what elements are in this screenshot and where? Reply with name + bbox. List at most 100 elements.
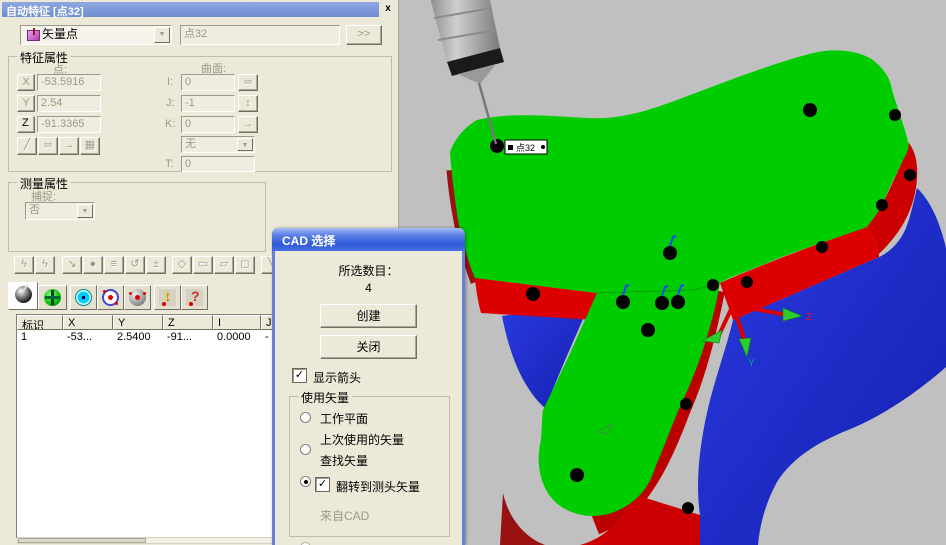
grid-snap-button[interactable]: ▦ xyxy=(80,137,100,155)
gray-sphere-icon xyxy=(129,289,146,306)
radio-last-vector-label: 上次使用的矢量 xyxy=(320,431,404,448)
check-icon: ✓ xyxy=(318,478,327,490)
find-point-button[interactable]: ∞ xyxy=(38,137,58,155)
dot-icon: ● xyxy=(90,258,97,270)
use-vector-label: 使用矢量 xyxy=(298,389,352,406)
move-to-point-button[interactable]: → xyxy=(59,137,79,155)
frame-button[interactable]: ▭ xyxy=(193,256,213,274)
vector-type-select[interactable]: 无 ▼ xyxy=(181,136,255,153)
cell-i: 0.0000 xyxy=(213,330,261,344)
square-icon: ◻ xyxy=(240,258,249,270)
parallelogram-icon: ▱ xyxy=(220,258,228,270)
target-icon xyxy=(102,289,119,306)
rect-icon: ▭ xyxy=(198,258,208,270)
radio-working-plane-label: 工作平面 xyxy=(320,410,368,427)
box-button[interactable]: ◻ xyxy=(235,256,255,274)
diagonal-icon: ╱ xyxy=(24,139,31,151)
chevron-down-icon[interactable]: ▼ xyxy=(237,138,253,151)
i-value-field[interactable]: 0 xyxy=(181,74,235,91)
column-header[interactable]: I xyxy=(213,315,261,330)
x-axis-button[interactable]: X xyxy=(17,74,35,91)
pattern-button[interactable]: ◇ xyxy=(172,256,192,274)
updown-arrow-icon: ↕ xyxy=(245,97,251,109)
feature-type-combo[interactable]: 矢量点 ▼ xyxy=(20,25,172,45)
goto-icon: → xyxy=(243,118,254,130)
path-button[interactable]: ▱ xyxy=(214,256,234,274)
radio-find-vector-label: 查找矢量 xyxy=(320,452,368,469)
goto-icon: → xyxy=(64,139,75,151)
find-surface-button[interactable]: ∞ xyxy=(238,74,258,91)
close-icon[interactable]: x xyxy=(380,1,396,16)
cell-x: -53... xyxy=(63,330,113,344)
column-header[interactable]: Y xyxy=(113,315,163,330)
feature-name-field[interactable]: 点32 xyxy=(180,25,340,45)
snap-select[interactable]: 否 ▼ xyxy=(25,202,95,220)
workplane-button[interactable]: ≡ xyxy=(104,256,124,274)
y-axis-button[interactable]: Y xyxy=(17,95,35,112)
binoculars-icon: ∞ xyxy=(244,76,252,88)
cad-dialog-titlebar[interactable]: CAD 选择 xyxy=(272,228,465,251)
tab-sphere-points[interactable] xyxy=(124,285,151,310)
tab-graphics[interactable] xyxy=(97,285,124,310)
plus-minus-icon: ± xyxy=(153,258,159,270)
z-value-field[interactable]: -91.3365 xyxy=(37,116,101,133)
flip-to-probe-checkbox[interactable]: ✓ xyxy=(316,478,329,491)
probe-sphere-icon xyxy=(15,286,32,303)
expand-button[interactable]: >> xyxy=(346,25,382,45)
question-icon xyxy=(186,289,203,306)
align-vector-button[interactable]: → xyxy=(238,116,258,133)
column-header[interactable]: Z xyxy=(163,315,213,330)
cell-id: 1 xyxy=(17,330,63,344)
tab-view[interactable] xyxy=(70,285,97,310)
feature-type-value: 矢量点 xyxy=(42,28,78,41)
cad-3d-viewport[interactable]: Z Y 点32 xyxy=(399,0,946,545)
program-mode-button[interactable]: ϟ xyxy=(35,256,55,274)
chevron-down-icon[interactable]: ▼ xyxy=(154,27,170,43)
dialog-titlebar[interactable]: 自动特征 [点32] xyxy=(2,2,379,17)
rotate-button[interactable]: ↺ xyxy=(125,256,145,274)
tab-contact-probe[interactable] xyxy=(8,282,38,310)
y-value-field[interactable]: 2.54 xyxy=(37,95,101,112)
tab-help[interactable] xyxy=(181,285,208,310)
radio-from-cad-label: 来自CAD xyxy=(320,507,369,524)
feature-properties-group: 特征属性 点: 曲面: X -53.5916 Y 2.54 -91.3365 Z… xyxy=(8,56,392,172)
vector-point-icon xyxy=(27,30,40,41)
tab-target[interactable] xyxy=(38,285,67,310)
check-icon: ✓ xyxy=(295,369,304,381)
chevron-down-icon[interactable]: ▼ xyxy=(77,204,93,218)
point-label-text: 点32 xyxy=(516,143,535,153)
selected-count-value: 4 xyxy=(275,281,462,295)
show-arrows-checkbox[interactable]: ✓ xyxy=(293,369,306,382)
diagonal-mode-button[interactable]: ╱ xyxy=(17,137,37,155)
column-header[interactable]: 标识 xyxy=(17,315,63,330)
lightning-icon: ϟ xyxy=(42,258,48,270)
measure-properties-group: 测量属性 捕捉: 否 ▼ xyxy=(8,182,266,252)
radio-last-vector[interactable] xyxy=(300,444,311,455)
cad-selection-dialog: CAD 选择 所选数目： 4 创建 关闭 ✓ 显示箭头 使用矢量 工作平面 上次… xyxy=(272,228,465,545)
grid-icon: ▦ xyxy=(85,139,95,151)
j-value-field[interactable]: -1 xyxy=(181,95,235,112)
offset-button[interactable]: ± xyxy=(146,256,166,274)
t-label: T: xyxy=(165,158,174,170)
point-label: 点32 xyxy=(505,140,547,154)
cell-z: -91... xyxy=(163,330,213,344)
column-header[interactable]: X xyxy=(63,315,113,330)
probe-point-button[interactable]: ↘ xyxy=(62,256,82,274)
k-value-field[interactable]: 0 xyxy=(181,116,235,133)
selected-count-label: 所选数目： xyxy=(275,262,462,279)
flip-to-probe-label: 翻转到测头矢量 xyxy=(336,478,420,495)
flip-vector-button[interactable]: ↕ xyxy=(238,95,258,112)
show-arrows-label: 显示箭头 xyxy=(313,369,361,386)
vector-type-value: 无 xyxy=(185,138,196,150)
radio-find-vector[interactable] xyxy=(300,476,311,487)
t-value-field[interactable]: 0 xyxy=(181,156,255,172)
create-button[interactable]: 创建 xyxy=(320,304,417,328)
scrollbar-thumb[interactable] xyxy=(18,538,146,543)
radio-working-plane[interactable] xyxy=(300,412,311,423)
sphere-button[interactable]: ● xyxy=(83,256,103,274)
dcc-mode-button[interactable]: ϟ xyxy=(14,256,34,274)
x-value-field[interactable]: -53.5916 xyxy=(37,74,101,91)
snap-value: 否 xyxy=(29,204,40,216)
tab-depth[interactable] xyxy=(154,285,181,310)
close-button[interactable]: 关闭 xyxy=(320,335,417,359)
